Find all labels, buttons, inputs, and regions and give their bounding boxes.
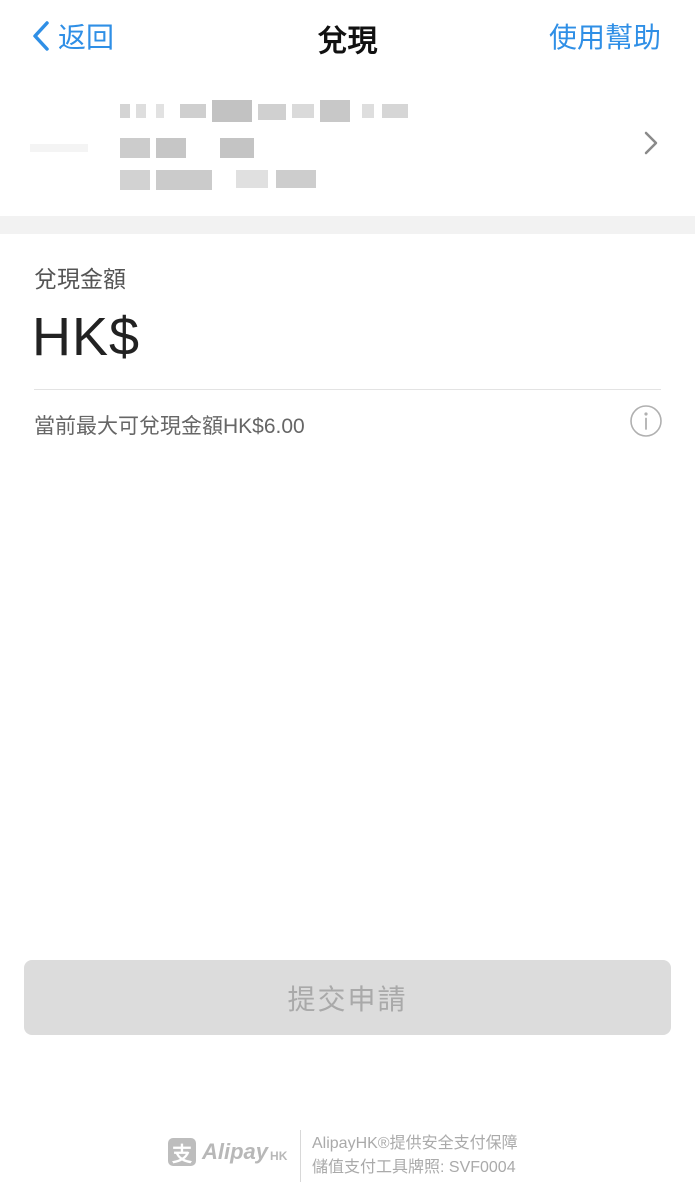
- account-avatar: [30, 144, 88, 152]
- footer-text: AlipayHK®提供安全支付保障 儲值支付工具牌照: SVF0004: [312, 1132, 518, 1180]
- back-button[interactable]: 返回: [30, 16, 114, 56]
- cashout-form: 兌現金額 HK$ 當前最大可兌現金額HK$6.00: [0, 234, 695, 1200]
- amount-row: HK$: [32, 304, 631, 370]
- info-icon[interactable]: [629, 404, 663, 438]
- chevron-left-icon: [33, 21, 49, 51]
- footer-separator: [300, 1130, 301, 1182]
- submit-button[interactable]: 提交申請: [24, 960, 671, 1035]
- chevron-right-icon: [644, 131, 658, 155]
- footer-line-1: AlipayHK®提供安全支付保障: [312, 1135, 518, 1152]
- help-link[interactable]: 使用幫助: [549, 16, 661, 56]
- amount-label: 兌現金額: [34, 266, 126, 292]
- footer-line-2: 儲值支付工具牌照: SVF0004: [312, 1159, 516, 1176]
- logo-wordmark: Alipay: [202, 1139, 269, 1164]
- back-label: 返回: [58, 22, 115, 53]
- alipay-logo-icon: 支: [168, 1138, 196, 1166]
- section-gap: [0, 216, 695, 234]
- bank-account-selector[interactable]: [0, 72, 695, 216]
- amount-input[interactable]: [150, 306, 631, 368]
- footer: 支 Alipay HK AlipayHK®提供安全支付保障 儲值支付工具牌照: …: [0, 1130, 695, 1185]
- navigation-bar: 返回 兌現 使用幫助: [0, 0, 695, 72]
- max-amount-text: 當前最大可兌現金額HK$6.00: [34, 415, 305, 438]
- currency-symbol: HK$: [32, 307, 141, 367]
- logo-hk-suffix: HK: [270, 1149, 288, 1163]
- divider: [34, 389, 661, 390]
- alipayhk-logo: 支 Alipay HK: [168, 1138, 287, 1166]
